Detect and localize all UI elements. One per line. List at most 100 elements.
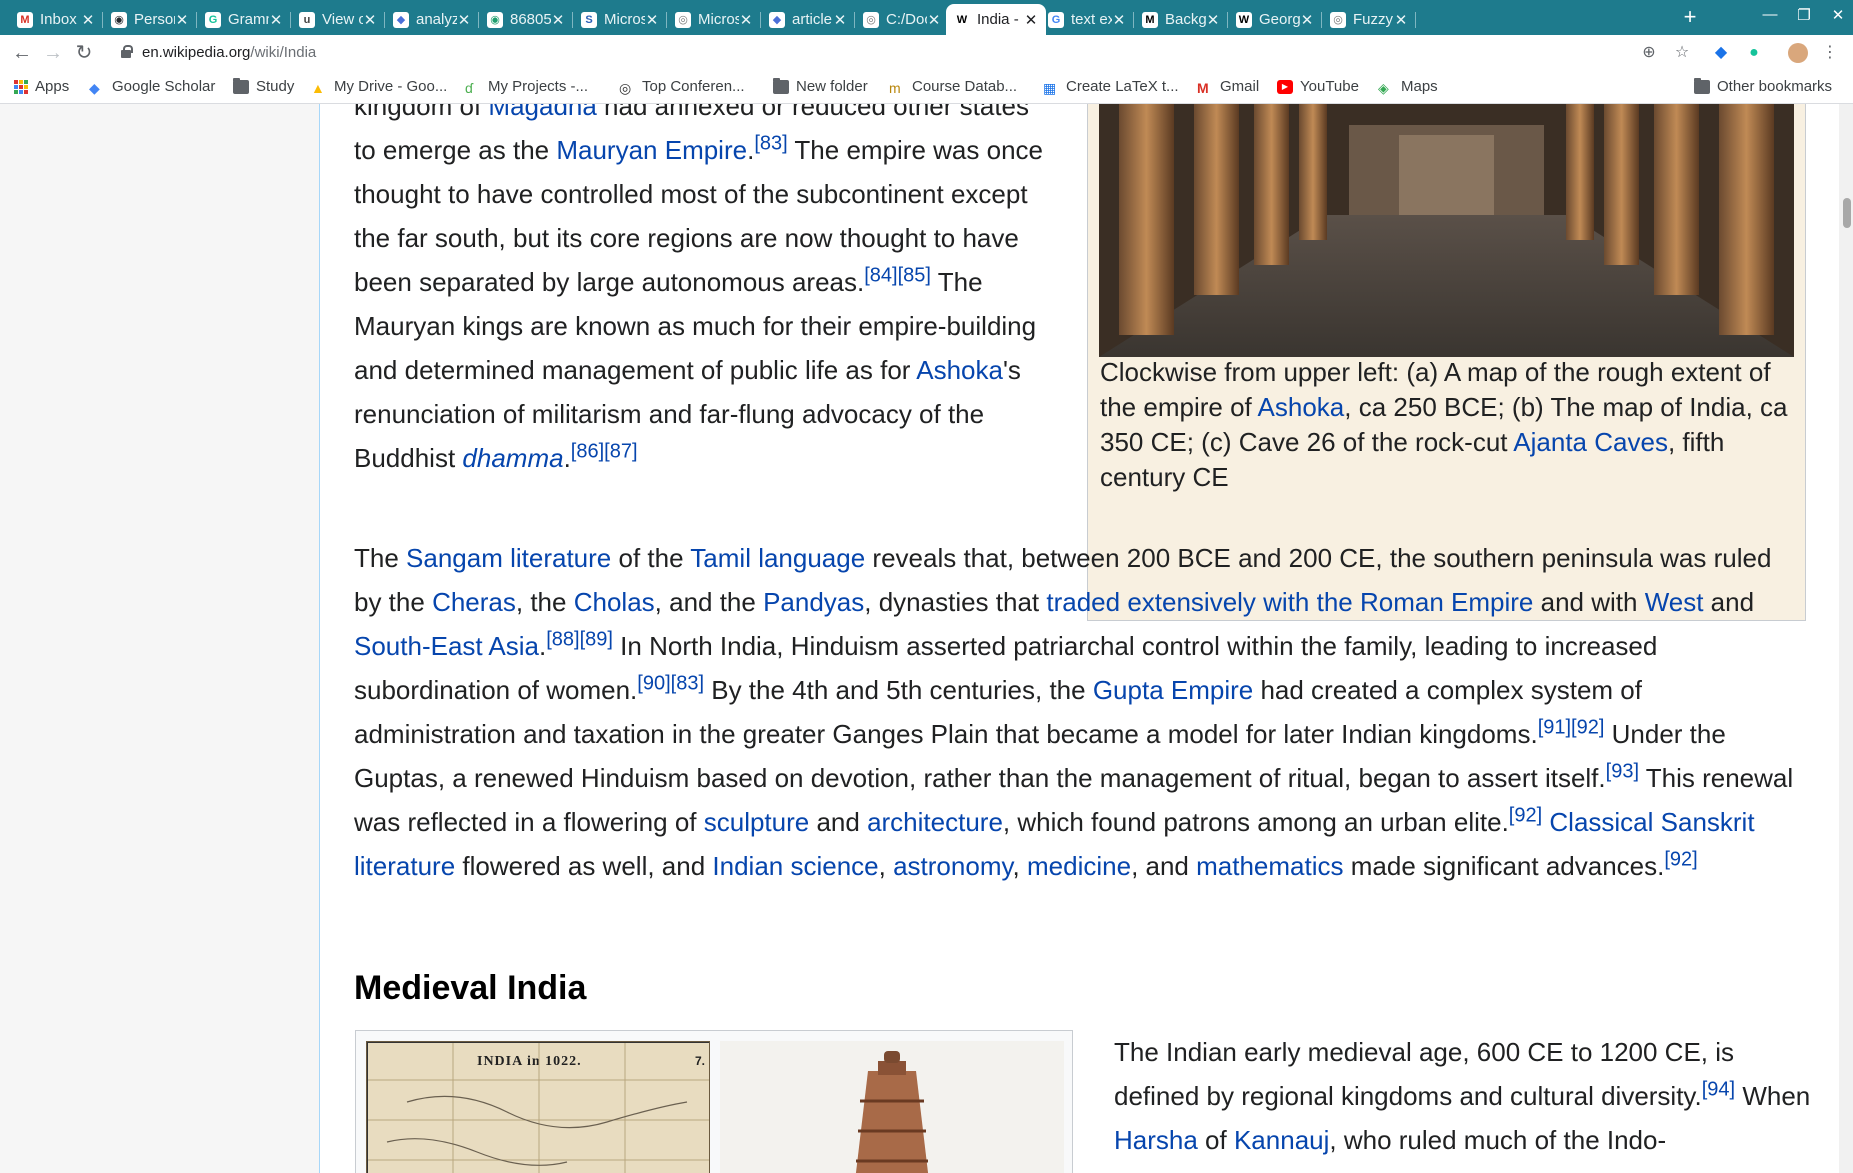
link-gupta-empire[interactable]: Gupta Empire: [1093, 675, 1253, 705]
zoom-icon[interactable]: ⊕: [1639, 43, 1659, 63]
link-mathematics[interactable]: mathematics: [1196, 851, 1343, 881]
tab-12[interactable]: M Backgr✕: [1134, 4, 1228, 35]
link-tamil-language[interactable]: Tamil language: [690, 543, 865, 573]
link-west[interactable]: West: [1645, 587, 1704, 617]
forward-icon[interactable]: →: [41, 41, 65, 65]
close-tab-icon[interactable]: ✕: [1206, 11, 1220, 29]
scrollbar-thumb[interactable]: [1843, 198, 1851, 228]
link-ashoka[interactable]: Ashoka: [916, 355, 1003, 385]
close-tab-icon[interactable]: ✕: [645, 11, 659, 29]
citation-link[interactable]: [88]: [546, 628, 579, 650]
tab-0[interactable]: M Inbox (✕: [9, 4, 103, 35]
tab-10[interactable]: W India - ✕: [946, 4, 1046, 35]
tab-4[interactable]: ◆ analyz ✕: [385, 4, 479, 35]
close-tab-icon[interactable]: ✕: [551, 11, 565, 29]
grammarly-icon[interactable]: ●: [1744, 43, 1764, 63]
tab-7[interactable]: ◎ Micros ✕: [667, 4, 761, 35]
address-bar[interactable]: en.wikipedia.org/wiki/India: [142, 44, 316, 61]
close-tab-icon[interactable]: ✕: [175, 11, 189, 29]
citation-link[interactable]: [87]: [604, 440, 637, 462]
bookmark-new-folder[interactable]: New folder: [773, 77, 868, 95]
tab-11[interactable]: Gtext ex ✕: [1040, 4, 1134, 35]
extension-shield-icon[interactable]: ◆: [1711, 43, 1731, 63]
close-tab-icon[interactable]: ✕: [81, 11, 95, 29]
citation-link[interactable]: [90]: [637, 672, 670, 694]
tab-2[interactable]: G Gramm✕: [197, 4, 291, 35]
minimize-button[interactable]: —: [1755, 6, 1785, 28]
menu-kebab-icon[interactable]: ⋮: [1820, 43, 1840, 63]
link-mauryan-empire[interactable]: Mauryan Empire: [556, 135, 747, 165]
maximize-button[interactable]: ❐: [1789, 6, 1819, 28]
close-tab-icon[interactable]: ✕: [1394, 11, 1408, 29]
close-tab-icon[interactable]: ✕: [927, 11, 941, 29]
link-kannauj[interactable]: Kannauj: [1234, 1125, 1329, 1155]
close-tab-icon[interactable]: ✕: [833, 11, 847, 29]
close-tab-icon[interactable]: ✕: [739, 11, 753, 29]
link-sculpture[interactable]: sculpture: [704, 807, 810, 837]
profile-avatar[interactable]: [1788, 43, 1808, 63]
citation-link[interactable]: [83]: [754, 132, 787, 154]
link-cholas[interactable]: Cholas: [574, 587, 655, 617]
bookmark-other[interactable]: Other bookmarks: [1694, 77, 1832, 95]
new-tab-button[interactable]: +: [1677, 5, 1703, 31]
bookmark-top-conferences[interactable]: ◎ Top Conferen...: [619, 78, 745, 96]
citation-link[interactable]: [92]: [1664, 848, 1697, 870]
link-indian-science[interactable]: Indian science: [712, 851, 878, 881]
link-ajanta-caves[interactable]: Ajanta Caves: [1513, 427, 1668, 457]
page-scrollbar[interactable]: [1839, 104, 1853, 1173]
close-tab-icon[interactable]: ✕: [457, 11, 471, 29]
tab-5[interactable]: ◉ 86805 ✕: [479, 4, 573, 35]
tab-6[interactable]: S Micros ✕: [573, 4, 667, 35]
citation-link[interactable]: [92]: [1509, 804, 1542, 826]
close-tab-icon[interactable]: ✕: [363, 11, 377, 29]
link-cheras[interactable]: Cheras: [432, 587, 516, 617]
tab-8[interactable]: ◆ article ✕: [761, 4, 855, 35]
close-tab-icon[interactable]: ✕: [269, 11, 283, 29]
link-ashoka[interactable]: Ashoka: [1258, 392, 1345, 422]
bookmark-course-database[interactable]: m Course Datab...: [889, 78, 1017, 96]
link-harsha[interactable]: Harsha: [1114, 1125, 1198, 1155]
tab-3[interactable]: u View o ✕: [291, 4, 385, 35]
temple-tower-image[interactable]: [720, 1041, 1064, 1173]
citation-link[interactable]: [86]: [571, 440, 604, 462]
link-sangam-literature[interactable]: Sangam literature: [406, 543, 611, 573]
bookmark-google-scholar[interactable]: ◆ Google Scholar: [89, 78, 215, 96]
reload-icon[interactable]: ↻: [72, 41, 96, 65]
citation-link[interactable]: [83]: [671, 672, 704, 694]
bookmark-my-drive[interactable]: ▲ My Drive - Goo...: [311, 78, 447, 96]
bookmark-star-icon[interactable]: ☆: [1672, 43, 1692, 63]
bookmark-youtube[interactable]: ▶ YouTube: [1277, 78, 1359, 95]
close-tab-icon[interactable]: ✕: [1300, 11, 1314, 29]
bookmark-apps[interactable]: Apps: [14, 78, 69, 95]
bookmark-study[interactable]: Study: [233, 77, 294, 95]
citation-link[interactable]: [84]: [864, 264, 897, 286]
ajanta-cave-image[interactable]: [1099, 104, 1794, 357]
link-dhamma[interactable]: dhamma: [462, 443, 563, 473]
bookmark-gmail[interactable]: M Gmail: [1197, 78, 1259, 96]
bookmark-my-projects[interactable]: ɗ My Projects -...: [465, 78, 588, 96]
link-medicine[interactable]: medicine: [1027, 851, 1131, 881]
close-tab-icon[interactable]: ✕: [1112, 11, 1126, 29]
india-1022-map-image[interactable]: INDIA in 1022. 7.: [366, 1041, 710, 1173]
back-icon[interactable]: ←: [10, 41, 34, 65]
link-south-east-asia[interactable]: South-East Asia: [354, 631, 539, 661]
citation-link[interactable]: [85]: [898, 264, 931, 286]
citation-link[interactable]: [89]: [580, 628, 613, 650]
link-magadha[interactable]: Magadha: [488, 104, 596, 121]
link-roman-trade[interactable]: traded extensively with the Roman Empire: [1046, 587, 1533, 617]
tab-14[interactable]: ◎ Fuzzy ✕: [1322, 4, 1416, 35]
bookmark-maps[interactable]: ◈ Maps: [1378, 78, 1438, 96]
lock-icon[interactable]: [121, 45, 133, 58]
close-window-button[interactable]: ✕: [1823, 6, 1853, 28]
citation-link[interactable]: [92]: [1571, 716, 1604, 738]
tab-9[interactable]: ◎ C:/Doc✕: [855, 4, 949, 35]
tab-13[interactable]: W Georgi ✕: [1228, 4, 1322, 35]
link-pandyas[interactable]: Pandyas: [763, 587, 864, 617]
citation-link[interactable]: [94]: [1702, 1078, 1735, 1100]
close-tab-icon[interactable]: ✕: [1024, 11, 1038, 29]
link-architecture[interactable]: architecture: [867, 807, 1003, 837]
link-astronomy[interactable]: astronomy: [893, 851, 1012, 881]
bookmark-create-latex[interactable]: ▦ Create LaTeX t...: [1043, 78, 1179, 96]
citation-link[interactable]: [93]: [1606, 760, 1639, 782]
tab-1[interactable]: ◉ Person✕: [103, 4, 197, 35]
